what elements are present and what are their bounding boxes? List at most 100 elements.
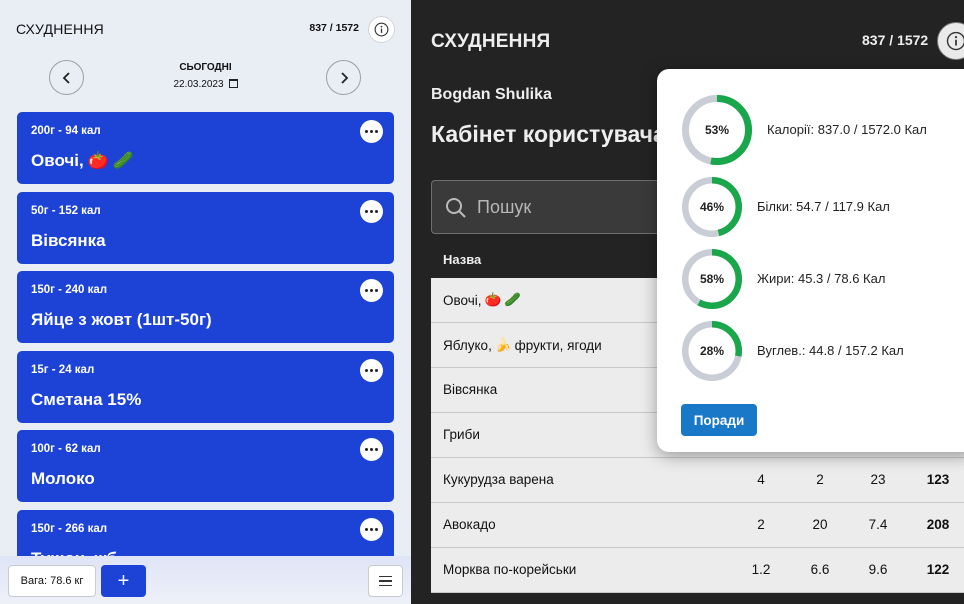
nutrition-stats-popover: Поради 53% Калорії: 837.0 / 1572.0 Кал 46%… bbox=[657, 69, 964, 452]
value-cell: 7.4 bbox=[868, 517, 888, 532]
food-name-text: Сметана 15% bbox=[31, 389, 142, 409]
nutrition-stat-label: Жири: 45.3 / 78.6 Кал bbox=[757, 271, 886, 286]
value-cell: 20 bbox=[812, 517, 828, 532]
column-header-name: Назва bbox=[443, 252, 482, 267]
value-cell: 4 bbox=[757, 472, 765, 487]
progress-percent: 58% bbox=[700, 272, 724, 286]
food-name: Сметана 15% bbox=[31, 390, 141, 410]
food-portion: 100г - 62 кал bbox=[31, 443, 101, 455]
food-emoji: 🍌 bbox=[494, 337, 512, 352]
calories-counter: 837 / 1572 bbox=[309, 22, 359, 34]
more-dots-icon bbox=[365, 209, 368, 213]
more-dots-icon bbox=[370, 209, 373, 213]
more-dots-icon bbox=[365, 289, 368, 292]
food-name-cell: Яблуко, 🍌 фрукти, ягоди bbox=[443, 337, 602, 353]
date-navigator: СЬОГОДНІ 22.03.2023 bbox=[0, 58, 411, 98]
progress-percent: 46% bbox=[700, 200, 724, 214]
mobile-app-panel: СХУДНЕННЯ 837 / 1572 СЬОГОДНІ 22.03.2023… bbox=[0, 0, 411, 604]
desktop-app-panel: СХУДНЕННЯ 837 / 1572 Bogdan Shulika Кабі… bbox=[411, 0, 964, 604]
more-dots-icon bbox=[370, 448, 373, 451]
more-dots-icon bbox=[375, 130, 378, 133]
calendar-icon bbox=[228, 79, 238, 88]
tips-button[interactable]: Поради bbox=[681, 404, 757, 436]
progress-percent: 53% bbox=[705, 123, 729, 137]
nutrition-stat-label: Вуглев.: 44.8 / 157.2 Кал bbox=[757, 343, 904, 358]
food-emoji: 🥒 bbox=[112, 151, 135, 170]
value-cell: 1.2 bbox=[751, 562, 771, 577]
info-button[interactable] bbox=[937, 22, 964, 60]
food-name-text: Вівсянка bbox=[443, 382, 498, 397]
food-card[interactable]: 50г - 152 кал Вівсянка bbox=[17, 191, 394, 264]
date-value: 22.03.2023 bbox=[173, 79, 224, 90]
food-name-text: Яблуко, bbox=[443, 337, 492, 353]
more-options-button[interactable] bbox=[360, 120, 383, 143]
page-title: Кабінет користувача bbox=[431, 121, 666, 147]
nutrition-stat-label: Білки: 54.7 / 117.9 Кал bbox=[757, 199, 890, 214]
table-row[interactable]: Морква по-корейськи 1.2 6.6 9.6 122 bbox=[431, 548, 964, 593]
more-options-button[interactable] bbox=[360, 358, 383, 382]
more-options-button[interactable] bbox=[360, 438, 383, 461]
value-cell: 2 bbox=[816, 472, 824, 487]
more-options-button[interactable] bbox=[360, 517, 383, 541]
info-button[interactable] bbox=[368, 16, 395, 43]
more-dots-icon bbox=[370, 368, 373, 372]
more-dots-icon bbox=[365, 130, 368, 133]
menu-button[interactable] bbox=[368, 565, 403, 597]
user-name: Bogdan Shulika bbox=[431, 86, 552, 103]
food-name-text: Молоко bbox=[31, 469, 95, 488]
food-portion: 200г - 94 кал bbox=[31, 125, 101, 137]
food-name: Овочі, 🍅 🥒 bbox=[31, 151, 134, 171]
next-day-button[interactable] bbox=[326, 60, 361, 95]
food-name-text: Овочі, bbox=[443, 292, 482, 308]
food-name-text: Гриби bbox=[443, 427, 480, 442]
food-name: Яйце з жовт (1шт-50г) bbox=[31, 310, 212, 330]
hamburger-icon-line bbox=[379, 584, 392, 587]
more-options-button[interactable] bbox=[360, 279, 383, 302]
more-dots-icon bbox=[365, 368, 368, 372]
food-name: Молоко bbox=[31, 469, 95, 489]
add-food-button[interactable]: + bbox=[101, 565, 146, 597]
progress-ring: 58% bbox=[682, 249, 742, 309]
progress-ring: 53% bbox=[682, 95, 752, 165]
food-portion: 15г - 24 кал bbox=[31, 363, 95, 376]
food-name-suffix: фрукти, ягоди bbox=[514, 337, 602, 353]
food-name-cell: Авокадо bbox=[443, 517, 496, 532]
food-portion: 150г - 266 кал bbox=[31, 522, 108, 535]
food-emoji: 🍅 bbox=[484, 292, 502, 307]
mobile-header: СХУДНЕННЯ 837 / 1572 bbox=[0, 0, 411, 58]
food-name-cell: Вівсянка bbox=[443, 382, 497, 397]
value-cell: 9.6 bbox=[868, 562, 888, 577]
food-card[interactable]: 200г - 94 кал Овочі, 🍅 🥒 bbox=[17, 112, 394, 184]
food-card[interactable]: 15г - 24 кал Сметана 15% bbox=[17, 350, 394, 423]
food-card[interactable]: 100г - 62 кал Молоко bbox=[17, 430, 394, 502]
more-dots-icon bbox=[375, 209, 378, 213]
table-row[interactable]: Кукурудза варена 4 2 23 123 bbox=[431, 458, 964, 503]
food-name-cell: Гриби bbox=[443, 427, 480, 442]
value-cell: 2 bbox=[757, 517, 765, 532]
value-cell: 123 bbox=[926, 472, 950, 487]
app-title: СХУДНЕННЯ bbox=[16, 21, 104, 37]
food-name-text: Овочі, bbox=[31, 151, 84, 170]
more-dots-icon bbox=[365, 527, 368, 531]
food-name-cell: Кукурудза варена bbox=[443, 472, 554, 487]
more-options-button[interactable] bbox=[360, 199, 383, 223]
search-placeholder: Пошук bbox=[477, 197, 532, 217]
food-list: 200г - 94 кал Овочі, 🍅 🥒 50г - 152 кал Вівсян… bbox=[17, 112, 394, 589]
table-row[interactable]: Авокадо 2 20 7.4 208 bbox=[431, 503, 964, 548]
food-name-text: Яйце з жовт (1шт-50г) bbox=[31, 310, 212, 329]
food-name: Вівсянка bbox=[31, 231, 106, 251]
hamburger-icon-line bbox=[379, 580, 392, 582]
more-dots-icon bbox=[375, 368, 378, 372]
more-dots-icon bbox=[370, 130, 373, 133]
food-name-cell: Морква по-корейськи bbox=[443, 562, 576, 577]
value-cell: 122 bbox=[926, 562, 950, 577]
mobile-footer: Вага: 78.6 кг + bbox=[0, 556, 411, 604]
app-title: СХУДНЕННЯ bbox=[431, 31, 551, 52]
weight-button[interactable]: Вага: 78.6 кг bbox=[8, 565, 96, 597]
search-icon bbox=[446, 198, 466, 218]
info-icon bbox=[374, 22, 389, 37]
progress-ring: 28% bbox=[682, 321, 742, 381]
food-portion: 50г - 152 кал bbox=[31, 204, 101, 217]
food-card[interactable]: 150г - 240 кал Яйце з жовт (1шт-50г) bbox=[17, 271, 394, 343]
more-dots-icon bbox=[365, 448, 368, 451]
